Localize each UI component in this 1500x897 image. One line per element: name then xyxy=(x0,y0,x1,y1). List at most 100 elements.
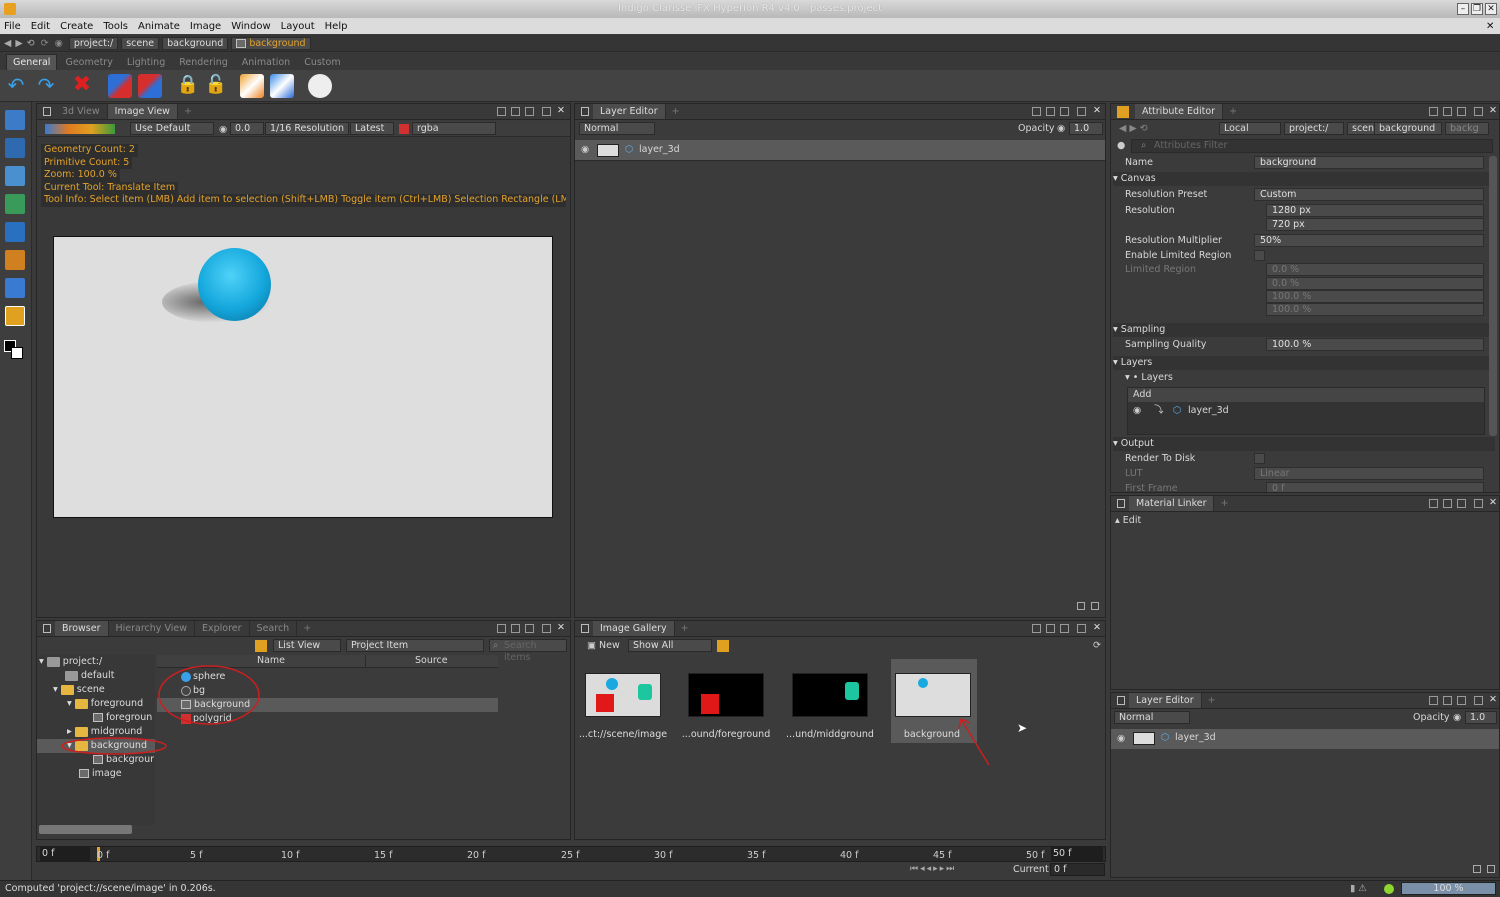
layer-row-2[interactable]: ◉ ⬡ layer_3d xyxy=(1111,729,1499,749)
browser-search-input[interactable]: Search items xyxy=(489,639,567,663)
restore-icon[interactable]: ❐ xyxy=(1471,3,1483,15)
tree-item-project[interactable]: ▾ project:/ xyxy=(39,655,102,669)
layout-split-icon[interactable] xyxy=(1032,624,1041,633)
maximize-panel-icon[interactable] xyxy=(1474,107,1483,116)
menu-layout[interactable]: Layout xyxy=(281,21,315,32)
eye-icon[interactable]: ◉ xyxy=(581,144,589,155)
layout-vsplit-icon[interactable] xyxy=(1457,696,1466,705)
history-icon[interactable]: ⟲ xyxy=(27,38,35,49)
layers-add-button[interactable]: Add xyxy=(1128,388,1484,402)
material-linker-edit-menu[interactable]: ▴ Edit xyxy=(1115,515,1141,526)
gallery-options-icon[interactable] xyxy=(717,640,729,652)
panel-lock-icon[interactable] xyxy=(581,107,589,116)
limited-region-field-4[interactable]: 100.0 % xyxy=(1266,303,1484,316)
tree-item-scene[interactable]: ▾ scene xyxy=(53,683,105,697)
panel-lock-icon[interactable] xyxy=(581,624,589,633)
layout-vsplit-icon[interactable] xyxy=(1457,107,1466,116)
path-segment-background[interactable]: background xyxy=(162,36,229,50)
timeline-ruler[interactable]: 0 f 5 f 10 f 15 f 20 f 25 f 30 f 35 f 40… xyxy=(95,847,1045,861)
close-panel-icon[interactable]: ✕ xyxy=(557,622,565,633)
pin-icon[interactable]: ◉ xyxy=(55,38,63,49)
shelf-tab-custom[interactable]: Custom xyxy=(298,55,346,70)
back-arrow-icon[interactable]: ◀ ▶ ⟲ xyxy=(1119,123,1148,134)
menu-close-icon[interactable]: ✕ xyxy=(1486,21,1494,32)
add-tab-icon[interactable]: + xyxy=(178,106,198,117)
tree-item-image[interactable]: image xyxy=(79,767,122,781)
lut-dropdown[interactable]: Linear xyxy=(1254,467,1484,480)
resolution-preset-dropdown[interactable]: Custom xyxy=(1254,188,1484,201)
panel-lock-icon[interactable] xyxy=(1117,696,1125,705)
maximize-panel-icon[interactable] xyxy=(1077,107,1086,116)
layout-hsplit-icon[interactable] xyxy=(1443,499,1452,508)
menu-window[interactable]: Window xyxy=(231,21,270,32)
maximize-panel-icon[interactable] xyxy=(542,624,551,633)
path-current-item[interactable]: background xyxy=(231,36,311,50)
section-canvas[interactable]: ▾ Canvas xyxy=(1113,172,1495,186)
render-to-disk-checkbox[interactable] xyxy=(1254,453,1265,464)
layout-vsplit-icon[interactable] xyxy=(525,107,534,116)
scatter-tool-icon[interactable] xyxy=(5,194,25,214)
app-icon[interactable] xyxy=(4,3,16,15)
forward-arrow-icon[interactable]: ▶ xyxy=(15,38,22,49)
panel-corner-icon-2[interactable] xyxy=(1487,865,1495,873)
timeline-start-field[interactable]: 0 f xyxy=(40,847,90,861)
path-segment-root[interactable]: project:/ xyxy=(68,36,119,50)
attr-path-background[interactable]: background xyxy=(1374,122,1442,135)
channel-dropdown[interactable]: rgba xyxy=(412,122,496,135)
close-panel-icon[interactable]: ✕ xyxy=(557,105,565,116)
eye-icon[interactable]: ◉ xyxy=(1117,733,1125,744)
add-tab-icon[interactable]: + xyxy=(1202,695,1222,706)
minimize-icon[interactable]: – xyxy=(1457,3,1469,15)
menu-tools[interactable]: Tools xyxy=(103,21,128,32)
filter-toggle-icon[interactable]: ● xyxy=(1117,140,1125,151)
import-icon[interactable] xyxy=(240,74,264,98)
panel-lock-icon[interactable] xyxy=(43,624,51,633)
section-layers[interactable]: ▾ Layers xyxy=(1113,356,1495,370)
render-icon[interactable] xyxy=(308,74,332,98)
enable-limited-region-checkbox[interactable] xyxy=(1254,250,1265,261)
paint-tool-icon[interactable] xyxy=(5,110,25,130)
layout-vsplit-icon[interactable] xyxy=(1457,499,1466,508)
tab-material-linker[interactable]: Material Linker xyxy=(1129,496,1215,511)
maximize-panel-icon[interactable] xyxy=(1474,499,1483,508)
resolution-width-field[interactable]: 1280 px xyxy=(1266,204,1484,217)
layers-list-item[interactable]: ◉ ⤵ ⬡ layer_3d xyxy=(1128,404,1484,418)
refresh-icon[interactable]: ⟳ xyxy=(1093,640,1101,651)
redo-icon[interactable]: ↷ xyxy=(34,74,58,98)
blend-mode-dropdown[interactable]: Normal xyxy=(579,122,655,135)
tab-browser[interactable]: Browser xyxy=(55,621,109,636)
tree-item-foreground[interactable]: ▾ foreground xyxy=(67,697,143,711)
background-color-swatch[interactable] xyxy=(11,347,23,359)
layout-vsplit-icon[interactable] xyxy=(525,624,534,633)
panel-corner-icon[interactable] xyxy=(1473,865,1481,873)
opacity-field[interactable]: 1.0 xyxy=(1069,122,1103,135)
layout-hsplit-icon[interactable] xyxy=(1443,107,1452,116)
group-icon[interactable] xyxy=(108,74,132,98)
layout-split-icon[interactable] xyxy=(1429,696,1438,705)
exposure-field[interactable]: 0.0 xyxy=(230,122,264,135)
name-field[interactable]: background xyxy=(1254,156,1484,169)
maximize-panel-icon[interactable] xyxy=(1077,624,1086,633)
close-panel-icon[interactable]: ✕ xyxy=(1489,497,1497,508)
menu-create[interactable]: Create xyxy=(60,21,93,32)
attributes-filter-input[interactable]: Attributes Filter xyxy=(1131,139,1493,153)
shelf-tab-animation[interactable]: Animation xyxy=(236,55,296,70)
eye-icon[interactable]: ◉ xyxy=(1133,404,1141,418)
menu-file[interactable]: File xyxy=(4,21,21,32)
layout-split-icon[interactable] xyxy=(497,107,506,116)
attribute-scrollbar[interactable] xyxy=(1489,156,1497,436)
tree-item-default[interactable]: default xyxy=(65,669,114,683)
tree-item-foreground-image[interactable]: foregroun xyxy=(93,711,152,725)
back-arrow-icon[interactable]: ◀ xyxy=(4,38,11,49)
thumb-foreground[interactable] xyxy=(688,673,764,717)
section-output[interactable]: ▾ Output xyxy=(1113,437,1495,451)
resolution-dropdown[interactable]: 1/16 Resolution xyxy=(265,122,349,135)
add-tab-icon[interactable]: + xyxy=(675,623,695,634)
attr-path-root[interactable]: project:/ xyxy=(1284,122,1344,135)
sampling-quality-field[interactable]: 100.0 % xyxy=(1266,338,1484,351)
layout-split-icon[interactable] xyxy=(497,624,506,633)
layout-vsplit-icon[interactable] xyxy=(1060,107,1069,116)
tab-hierarchy-view[interactable]: Hierarchy View xyxy=(109,621,195,636)
tab-image-view[interactable]: Image View xyxy=(107,104,178,119)
layout-split-icon[interactable] xyxy=(1032,107,1041,116)
